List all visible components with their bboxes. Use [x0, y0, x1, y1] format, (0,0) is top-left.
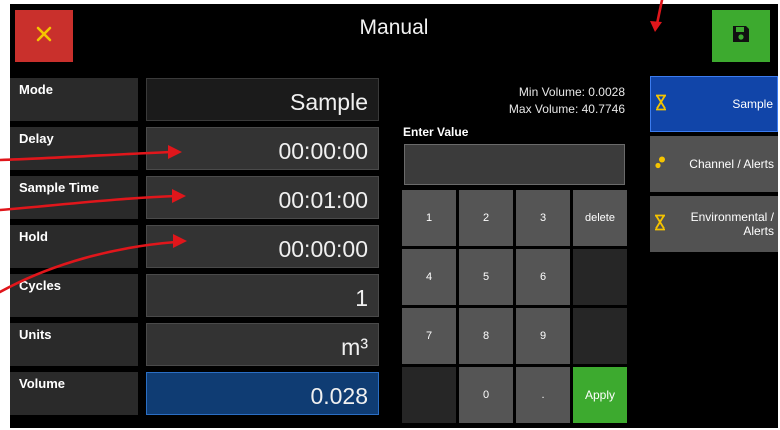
channel-alerts-icon [654, 156, 668, 173]
value-display[interactable] [404, 144, 625, 185]
delay-row: Delay 00:00:00 [10, 125, 388, 174]
enter-value-label: Enter Value [403, 125, 469, 139]
sample-time-label: Sample Time [10, 176, 138, 219]
mode-row: Mode Sample [10, 76, 388, 125]
hold-label: Hold [10, 225, 138, 268]
key-9[interactable]: 9 [516, 308, 570, 364]
cycles-field[interactable]: 1 [146, 274, 379, 317]
tab-sample-label: Sample [732, 97, 773, 111]
save-icon [731, 24, 751, 49]
delay-field[interactable]: 00:00:00 [146, 127, 379, 170]
sample-time-row: Sample Time 00:01:00 [10, 174, 388, 223]
cycles-row: Cycles 1 [10, 272, 388, 321]
delay-label: Delay [10, 127, 138, 170]
settings-form: Mode Sample Delay 00:00:00 Sample Time 0… [10, 76, 388, 419]
blank-key [402, 367, 456, 423]
sample-time-field[interactable]: 00:01:00 [146, 176, 379, 219]
delete-key[interactable]: delete [573, 190, 627, 246]
tab-channel-alerts[interactable]: Channel / Alerts [650, 136, 778, 192]
side-tabs: Sample Channel / Alerts Environmental / … [650, 76, 778, 256]
hold-row: Hold 00:00:00 [10, 223, 388, 272]
hold-field[interactable]: 00:00:00 [146, 225, 379, 268]
key-3[interactable]: 3 [516, 190, 570, 246]
hourglass-icon [654, 214, 666, 234]
volume-limits: Min Volume: 0.0028 Max Volume: 40.7746 [410, 84, 625, 118]
tab-environmental-alerts-label: Environmental / Alerts [690, 210, 774, 238]
tab-channel-alerts-label: Channel / Alerts [689, 157, 774, 171]
volume-row: Volume 0.028 [10, 370, 388, 419]
key-0[interactable]: 0 [459, 367, 513, 423]
key-4[interactable]: 4 [402, 249, 456, 305]
blank-key [573, 249, 627, 305]
mode-label: Mode [10, 78, 138, 121]
tab-sample[interactable]: Sample [650, 76, 778, 132]
page-title: Manual [359, 16, 429, 39]
tab-environmental-alerts[interactable]: Environmental / Alerts [650, 196, 778, 252]
key-6[interactable]: 6 [516, 249, 570, 305]
key-8[interactable]: 8 [459, 308, 513, 364]
key-7[interactable]: 7 [402, 308, 456, 364]
numeric-keypad: 1 2 3 delete 4 5 6 7 8 9 0 . Apply [402, 190, 628, 426]
max-volume-text: Max Volume: 40.7746 [508, 102, 625, 116]
device-screen: Manual Mode Sample Delay 00:00:00 Sample… [10, 4, 778, 428]
key-5[interactable]: 5 [459, 249, 513, 305]
blank-key [573, 308, 627, 364]
cycles-label: Cycles [10, 274, 138, 317]
key-decimal[interactable]: . [516, 367, 570, 423]
key-2[interactable]: 2 [459, 190, 513, 246]
units-row: Units m³ [10, 321, 388, 370]
mode-field[interactable]: Sample [146, 78, 379, 121]
hourglass-icon [655, 94, 667, 114]
min-volume-text: Min Volume: 0.0028 [518, 85, 625, 99]
key-1[interactable]: 1 [402, 190, 456, 246]
save-button[interactable] [712, 10, 770, 62]
apply-button[interactable]: Apply [573, 367, 627, 423]
units-label: Units [10, 323, 138, 366]
units-field[interactable]: m³ [146, 323, 379, 366]
volume-field[interactable]: 0.028 [146, 372, 379, 415]
volume-label: Volume [10, 372, 138, 415]
